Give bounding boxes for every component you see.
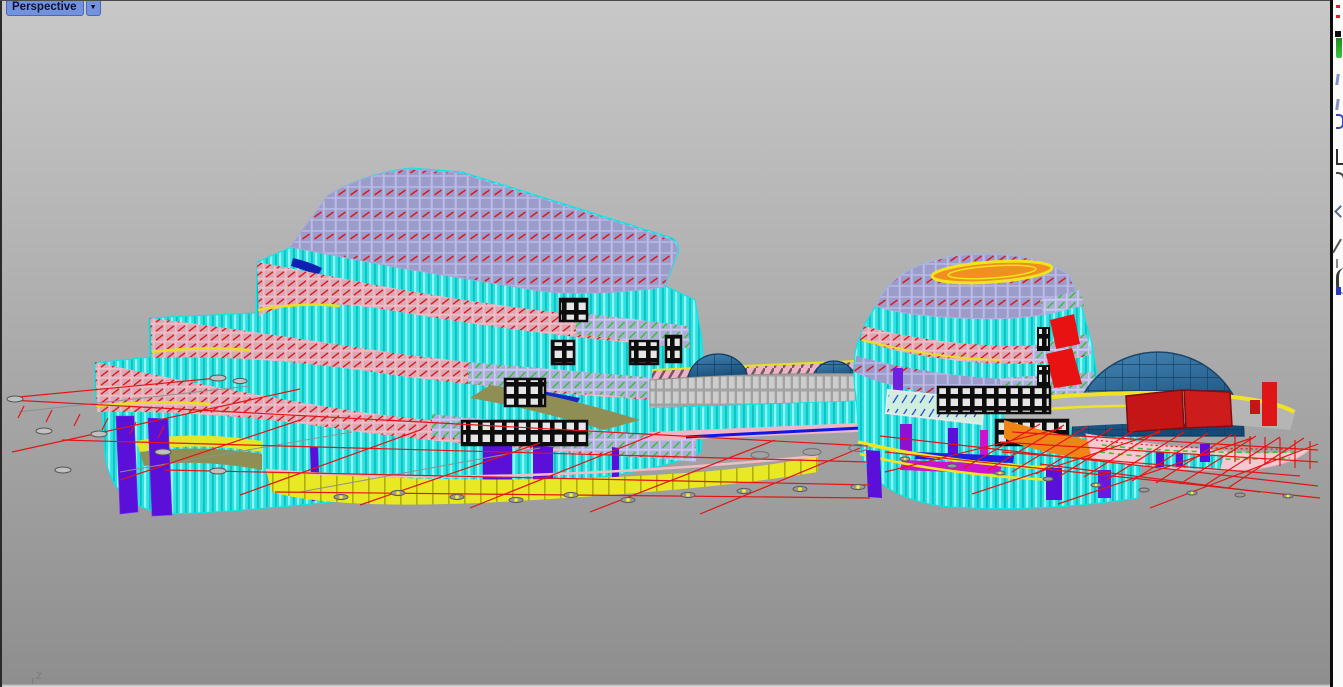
blue-dash-tool-icon-2[interactable] — [1335, 99, 1340, 110]
nib-curve-tool-icon[interactable] — [1336, 172, 1343, 198]
blue-dash-tool-icon-1[interactable] — [1335, 74, 1340, 85]
corner-axis-tool-icon[interactable] — [1336, 149, 1343, 165]
viewport-top-border — [0, 0, 1331, 1]
red-dotted-tool-icon[interactable] — [1336, 5, 1340, 8]
deck-red-box-1[interactable] — [1126, 390, 1184, 432]
chevron-left-tool-icon[interactable] — [1334, 205, 1343, 218]
3d-model-canvas[interactable] — [0, 0, 1343, 687]
chevron-down-icon: ▼ — [90, 4, 97, 11]
blue-squiggle-tool-icon[interactable] — [1336, 114, 1343, 129]
diagonal-pencil-tool-icon[interactable] — [1332, 239, 1342, 254]
cad-viewport-screenshot: Perspective ▼ z — [0, 0, 1343, 687]
side-toolbar-fragment — [1333, 0, 1343, 687]
deck-red-fin[interactable] — [1262, 382, 1277, 426]
deck-red-box-2[interactable] — [1184, 390, 1232, 428]
viewport-dropdown-button[interactable]: ▼ — [86, 0, 101, 16]
viewport-title-tab[interactable]: Perspective ▼ — [6, 0, 101, 16]
tick-tool-icon[interactable] — [1336, 259, 1338, 268]
green-pen-tool-icon[interactable] — [1336, 32, 1342, 58]
viewport-title[interactable]: Perspective — [6, 0, 84, 16]
viewport-left-border — [0, 0, 2, 687]
z-axis-label: z — [36, 668, 42, 682]
curve-blue-tool-icon[interactable] — [1336, 268, 1343, 294]
